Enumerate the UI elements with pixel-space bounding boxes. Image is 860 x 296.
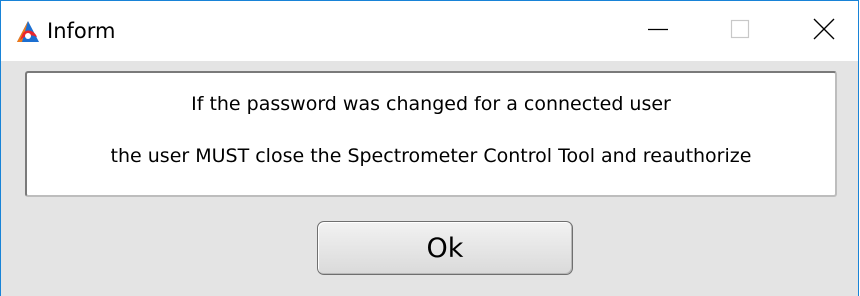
message-line-1: If the password was changed for a connec… xyxy=(191,93,671,115)
app-logo-icon xyxy=(15,19,41,45)
message-line-2: the user MUST close the Spectrometer Con… xyxy=(110,145,752,167)
maximize-button[interactable] xyxy=(707,1,773,61)
minimize-button[interactable] xyxy=(625,1,691,61)
maximize-icon xyxy=(729,18,751,44)
close-icon xyxy=(812,17,836,45)
dialog-window: Inform If the password was changed for a… xyxy=(0,0,859,296)
ok-button[interactable]: Ok xyxy=(317,221,573,275)
title-bar[interactable]: Inform xyxy=(1,1,858,61)
message-panel: If the password was changed for a connec… xyxy=(25,71,837,197)
close-button[interactable] xyxy=(791,1,857,61)
window-title: Inform xyxy=(47,19,116,43)
minimize-icon xyxy=(647,18,669,44)
